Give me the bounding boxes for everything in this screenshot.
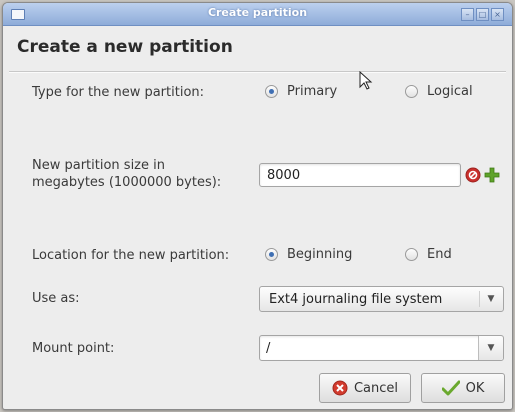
size-input[interactable]: 8000 xyxy=(259,163,461,187)
dialog-heading: Create a new partition xyxy=(17,37,233,57)
minimize-icon[interactable]: – xyxy=(461,8,474,21)
type-primary-radio[interactable]: Primary xyxy=(265,84,337,99)
mount-point-label: Mount point: xyxy=(32,341,115,356)
use-as-select[interactable]: Ext4 journaling file system ▼ xyxy=(259,286,504,312)
cancel-icon xyxy=(332,380,348,396)
mouse-pointer-icon xyxy=(359,71,373,90)
type-label: Type for the new partition: xyxy=(32,85,205,100)
clear-icon[interactable] xyxy=(465,167,481,183)
radio-selected-icon xyxy=(265,248,278,261)
create-partition-dialog: Create partition – □ × Create a new part… xyxy=(2,2,513,410)
cancel-button[interactable]: Cancel xyxy=(319,373,411,403)
radio-selected-icon xyxy=(265,85,278,98)
type-logical-label: Logical xyxy=(427,84,473,99)
cancel-label: Cancel xyxy=(353,380,399,396)
window-controls: – □ × xyxy=(461,8,504,21)
type-primary-label: Primary xyxy=(287,84,338,99)
ok-label: OK xyxy=(465,380,485,396)
radio-unselected-icon xyxy=(405,248,418,261)
location-beginning-radio[interactable]: Beginning xyxy=(265,247,352,262)
size-label: New partition size in megabytes (1000000… xyxy=(32,157,221,191)
size-label-line1: New partition size in xyxy=(32,158,165,173)
add-icon[interactable] xyxy=(484,167,500,183)
title-bar[interactable]: Create partition – □ × xyxy=(3,3,512,26)
size-label-line2: megabytes (1000000 bytes): xyxy=(32,175,222,190)
chevron-down-icon[interactable]: ▼ xyxy=(478,336,503,360)
location-end-label: End xyxy=(427,247,452,262)
use-as-value: Ext4 journaling file system xyxy=(269,291,443,307)
heading-divider xyxy=(9,71,506,73)
close-icon[interactable]: × xyxy=(491,8,504,21)
location-end-radio[interactable]: End xyxy=(405,247,452,262)
radio-unselected-icon xyxy=(405,85,418,98)
window-title: Create partition xyxy=(207,6,308,19)
mount-point-value[interactable]: / xyxy=(266,341,270,356)
maximize-icon[interactable]: □ xyxy=(476,8,489,21)
size-value: 8000 xyxy=(267,167,301,183)
type-logical-radio[interactable]: Logical xyxy=(405,84,473,99)
ok-button[interactable]: OK xyxy=(421,373,505,403)
location-label: Location for the new partition: xyxy=(32,248,230,263)
checkmark-icon xyxy=(441,380,460,396)
location-beginning-label: Beginning xyxy=(287,247,353,262)
mount-point-combo[interactable]: / ▼ xyxy=(259,335,504,361)
use-as-label: Use as: xyxy=(32,291,80,306)
chevron-down-icon[interactable]: ▼ xyxy=(479,287,503,311)
